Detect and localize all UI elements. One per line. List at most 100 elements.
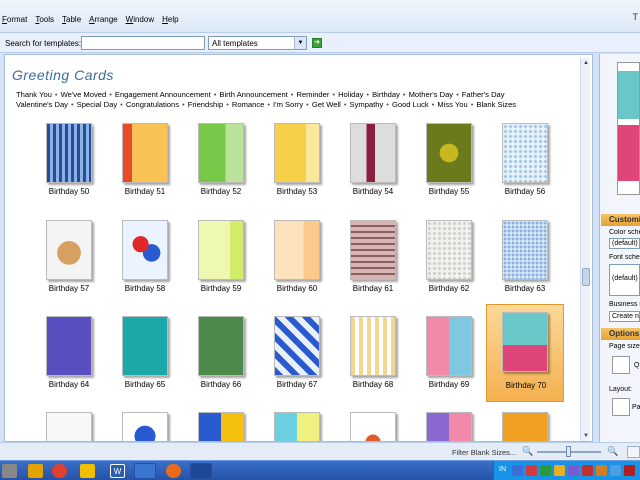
- card-thumbnail[interactable]: [502, 220, 548, 280]
- template-card[interactable]: Birthday 53: [262, 123, 334, 211]
- card-thumbnail[interactable]: [198, 412, 244, 441]
- template-card[interactable]: Birthday 63: [490, 220, 562, 308]
- search-go-button[interactable]: ➜: [312, 38, 322, 48]
- desktop-icon[interactable]: [2, 464, 17, 478]
- card-thumbnail[interactable]: [274, 123, 320, 183]
- card-thumbnail[interactable]: [502, 123, 548, 183]
- template-card[interactable]: [186, 412, 258, 441]
- menu-item[interactable]: Table: [60, 15, 87, 24]
- layout-option[interactable]: Pa: [632, 404, 640, 411]
- template-card[interactable]: [338, 412, 410, 441]
- firefox-icon[interactable]: [166, 464, 181, 478]
- template-card[interactable]: [262, 412, 334, 441]
- card-thumbnail[interactable]: [46, 123, 92, 183]
- alert-icon[interactable]: [624, 465, 635, 476]
- template-card[interactable]: Birthday 65: [110, 316, 182, 404]
- template-card[interactable]: Birthday 59: [186, 220, 258, 308]
- media-player-icon[interactable]: [80, 464, 95, 478]
- page-size-icon[interactable]: [612, 356, 630, 374]
- template-card[interactable]: [110, 412, 182, 441]
- card-thumbnail[interactable]: [350, 123, 396, 183]
- menu-item[interactable]: Tools: [33, 15, 60, 24]
- security-icon[interactable]: [554, 465, 565, 476]
- chrome-icon[interactable]: [52, 464, 67, 478]
- card-thumbnail[interactable]: [46, 220, 92, 280]
- template-card[interactable]: Birthday 54: [338, 123, 410, 211]
- menu-item[interactable]: Help: [160, 15, 184, 24]
- template-card[interactable]: Birthday 52: [186, 123, 258, 211]
- template-card[interactable]: Birthday 70: [486, 304, 564, 402]
- card-thumbnail[interactable]: [122, 220, 168, 280]
- card-thumbnail[interactable]: [198, 316, 244, 376]
- help-icon[interactable]: [512, 465, 523, 476]
- template-scope-select[interactable]: All templates ▼: [208, 36, 307, 50]
- network-icon[interactable]: [540, 465, 551, 476]
- template-card[interactable]: [490, 412, 562, 441]
- chevron-down-icon[interactable]: ▼: [294, 37, 306, 49]
- card-thumbnail[interactable]: [198, 220, 244, 280]
- template-card[interactable]: Birthday 66: [186, 316, 258, 404]
- taskbar-window-explorer[interactable]: [134, 463, 156, 479]
- card-thumbnail[interactable]: [502, 412, 548, 441]
- template-card[interactable]: Birthday 69: [414, 316, 486, 404]
- color-scheme-select[interactable]: (default): [609, 238, 640, 249]
- template-card[interactable]: [414, 412, 486, 441]
- antivirus-icon[interactable]: [582, 465, 593, 476]
- zoom-in-icon[interactable]: 🔍: [607, 446, 618, 457]
- font-scheme-select[interactable]: (default): [609, 264, 640, 296]
- folder-icon[interactable]: [28, 464, 43, 478]
- template-card[interactable]: [34, 412, 106, 441]
- menu-item[interactable]: Arrange: [87, 15, 123, 24]
- card-thumbnail[interactable]: [350, 220, 396, 280]
- gallery-scrollbar[interactable]: ▲ ▼: [580, 58, 590, 441]
- status-button[interactable]: [627, 446, 640, 458]
- card-thumbnail[interactable]: [122, 123, 168, 183]
- card-thumbnail[interactable]: [122, 412, 168, 441]
- card-thumbnail[interactable]: [350, 412, 396, 441]
- chat-icon[interactable]: [568, 465, 579, 476]
- card-thumbnail[interactable]: [426, 220, 472, 280]
- template-card[interactable]: Birthday 60: [262, 220, 334, 308]
- template-card[interactable]: Birthday 57: [34, 220, 106, 308]
- card-thumbnail[interactable]: [502, 312, 548, 372]
- search-input[interactable]: [81, 36, 205, 50]
- card-thumbnail[interactable]: [350, 316, 396, 376]
- template-card[interactable]: Birthday 62: [414, 220, 486, 308]
- layout-icon[interactable]: [612, 398, 630, 416]
- card-thumbnail[interactable]: [426, 316, 472, 376]
- create-business-info-button[interactable]: Create new...: [609, 311, 640, 322]
- template-card[interactable]: Birthday 55: [414, 123, 486, 211]
- template-card[interactable]: Birthday 50: [34, 123, 106, 211]
- page-size-option[interactable]: Q: [634, 362, 640, 369]
- scroll-down-arrow-icon[interactable]: ▼: [581, 431, 591, 441]
- template-card[interactable]: Birthday 61: [338, 220, 410, 308]
- template-card[interactable]: Birthday 67: [262, 316, 334, 404]
- template-card[interactable]: Birthday 68: [338, 316, 410, 404]
- card-thumbnail[interactable]: [274, 220, 320, 280]
- scroll-thumb[interactable]: [582, 268, 590, 286]
- template-card[interactable]: Birthday 64: [34, 316, 106, 404]
- template-card[interactable]: Birthday 56: [490, 123, 562, 211]
- card-thumbnail[interactable]: [426, 123, 472, 183]
- volume-icon[interactable]: [610, 465, 621, 476]
- filter-blank-sizes-link[interactable]: Filter Blank Sizes...: [452, 448, 516, 457]
- menu-item[interactable]: Window: [124, 15, 160, 24]
- card-thumbnail[interactable]: [46, 412, 92, 441]
- card-thumbnail[interactable]: [122, 316, 168, 376]
- update-icon[interactable]: [596, 465, 607, 476]
- scroll-up-arrow-icon[interactable]: ▲: [581, 58, 591, 68]
- language-indicator[interactable]: IN: [499, 466, 506, 473]
- zoom-slider-thumb[interactable]: [566, 446, 571, 457]
- zoom-out-icon[interactable]: 🔍: [522, 446, 533, 457]
- menu-item[interactable]: Format: [0, 15, 33, 24]
- template-card[interactable]: Birthday 51: [110, 123, 182, 211]
- card-thumbnail[interactable]: [46, 316, 92, 376]
- template-card[interactable]: Birthday 58: [110, 220, 182, 308]
- tray-app-icon[interactable]: [526, 465, 537, 476]
- taskbar-window-publisher[interactable]: [190, 463, 212, 479]
- word-icon[interactable]: W: [110, 464, 125, 478]
- card-thumbnail[interactable]: [426, 412, 472, 441]
- card-thumbnail[interactable]: [198, 123, 244, 183]
- card-thumbnail[interactable]: [274, 316, 320, 376]
- card-thumbnail[interactable]: [274, 412, 320, 441]
